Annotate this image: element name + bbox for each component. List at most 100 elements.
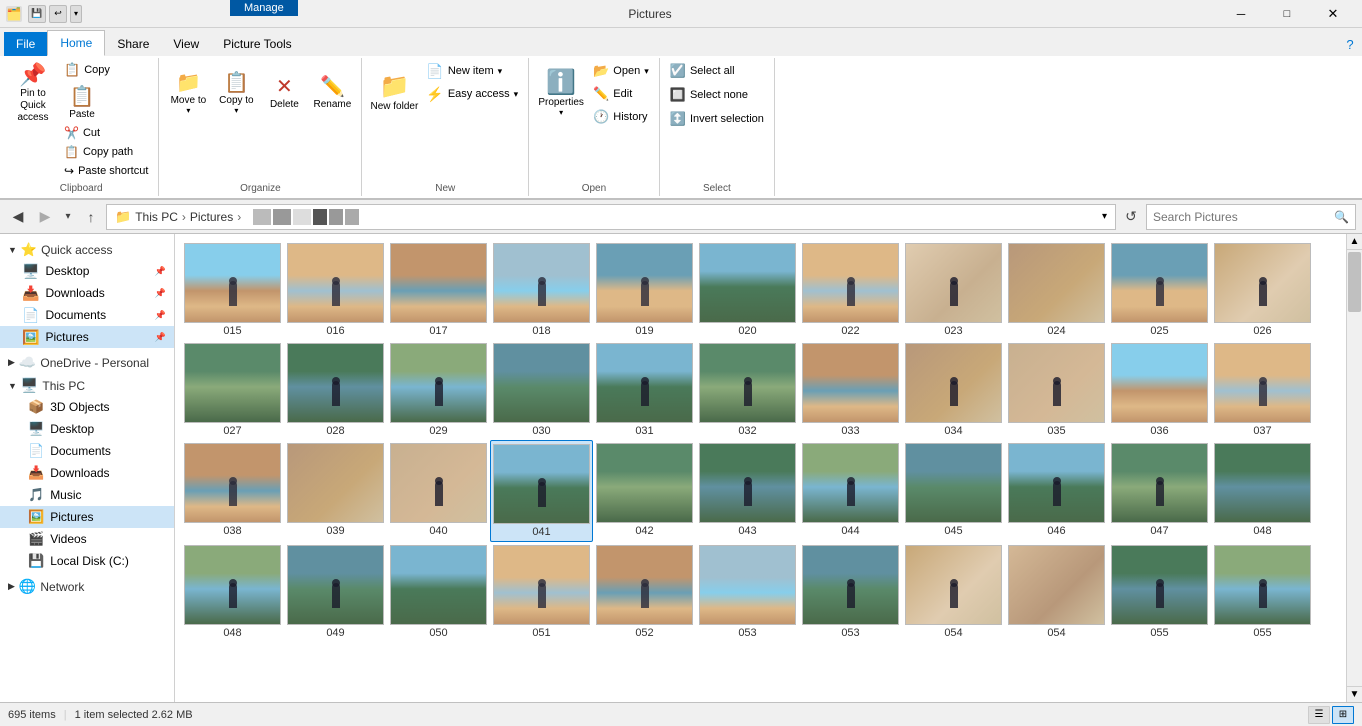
thumbnail-item[interactable]: 044 [799,440,902,542]
sidebar-item-documents-qa[interactable]: 📄 Documents 📌 [0,304,174,326]
thumbnail-item[interactable]: 024 [1005,240,1108,340]
thumbnail-item[interactable]: 039 [284,440,387,542]
thumbnail-item[interactable]: 045 [902,440,1005,542]
paste-button[interactable]: 📋 Paste [60,81,104,123]
thumbnail-item[interactable]: 033 [799,340,902,440]
sidebar-item-desktop-pc[interactable]: 🖥️ Desktop [0,418,174,440]
sidebar-item-3dobjects[interactable]: 📦 3D Objects [0,396,174,418]
copy-path-button[interactable]: 📋 Copy path [60,143,152,161]
edit-button[interactable]: ✏️ Edit [589,83,653,105]
search-input[interactable] [1153,210,1334,224]
paste-shortcut-button[interactable]: ↪ Paste shortcut [60,162,152,180]
invert-selection-button[interactable]: ↕️ Invert selection [666,108,768,130]
rename-button[interactable]: ✏️ Rename [309,60,355,124]
thumbnail-item[interactable]: 034 [902,340,1005,440]
thumbnail-item[interactable]: 046 [1005,440,1108,542]
thumbnail-item[interactable]: 023 [902,240,1005,340]
properties-button[interactable]: ℹ️ Properties ▾ [535,60,587,124]
move-to-button[interactable]: 📁 Move to ▾ [165,60,211,124]
thumbnail-item[interactable]: 019 [593,240,696,340]
sidebar-item-pictures-pc[interactable]: 🖼️ Pictures [0,506,174,528]
sidebar-item-pictures-qa[interactable]: 🖼️ Pictures 📌 [0,326,174,348]
tab-picture-tools[interactable]: Picture Tools [211,32,303,56]
new-item-button[interactable]: 📄 New item ▾ [422,60,522,82]
search-box[interactable]: 🔍 [1146,204,1356,230]
close-button[interactable]: ✕ [1310,0,1356,28]
undo-btn[interactable]: ↩ [49,5,67,23]
sidebar-item-desktop-qa[interactable]: 🖥️ Desktop 📌 [0,260,174,282]
thumbnail-item[interactable]: 040 [387,440,490,542]
thumbnail-item[interactable]: 054 [902,542,1005,642]
thumbnail-item[interactable]: 038 [181,440,284,542]
this-pc-section[interactable]: ▼ 🖥️ This PC [0,373,174,396]
copy-to-button[interactable]: 📋 Copy to ▾ [213,60,259,124]
thumbnail-item[interactable]: 022 [799,240,902,340]
sidebar-item-videos[interactable]: 🎬 Videos [0,528,174,550]
thumbnail-item[interactable]: 015 [181,240,284,340]
back-button[interactable]: ◀ [6,205,30,229]
thumbnail-item[interactable]: 028 [284,340,387,440]
tab-share[interactable]: Share [105,32,161,56]
up-button[interactable]: ↑ [79,205,103,229]
thumbnail-item[interactable]: 035 [1005,340,1108,440]
thumbnail-item[interactable]: 025 [1108,240,1211,340]
sidebar-item-documents-pc[interactable]: 📄 Documents [0,440,174,462]
thumbnail-item[interactable]: 030 [490,340,593,440]
scrollbar[interactable]: ▲ ▼ [1346,234,1362,702]
address-pictures[interactable]: Pictures [190,210,233,224]
thumbnail-item[interactable]: 029 [387,340,490,440]
sidebar-item-music[interactable]: 🎵 Music [0,484,174,506]
thumbnail-item[interactable]: 051 [490,542,593,642]
help-btn[interactable]: ? [1338,32,1362,56]
network-section[interactable]: ▶ 🌐 Network [0,572,174,597]
new-folder-button[interactable]: 📁 New folder [368,60,420,124]
recent-button[interactable]: ▾ [60,205,76,229]
scroll-thumb[interactable] [1348,252,1361,312]
sidebar-item-downloads-pc[interactable]: 📥 Downloads [0,462,174,484]
scroll-up[interactable]: ▲ [1347,234,1362,250]
thumbnail-item[interactable]: 043 [696,440,799,542]
thumbnail-item[interactable]: 055 [1211,542,1314,642]
easy-access-button[interactable]: ⚡ Easy access ▾ [422,83,522,105]
save-btn[interactable]: 💾 [28,5,46,23]
thumbnail-item[interactable]: 031 [593,340,696,440]
sidebar-item-local-disk[interactable]: 💾 Local Disk (C:) [0,550,174,572]
copy-button[interactable]: 📋 Copy [60,60,152,80]
tab-home[interactable]: Home [47,30,105,56]
thumbnail-item[interactable]: 050 [387,542,490,642]
search-icon[interactable]: 🔍 [1334,210,1349,224]
address-this-pc[interactable]: This PC [135,210,178,224]
thumbnail-item[interactable]: 042 [593,440,696,542]
scroll-down[interactable]: ▼ [1347,686,1362,702]
thumbnail-view-button[interactable]: ⊞ [1332,706,1354,724]
tab-view[interactable]: View [161,32,211,56]
sidebar-item-downloads-qa[interactable]: 📥 Downloads 📌 [0,282,174,304]
address-dropdown[interactable]: ▾ [1102,211,1107,222]
thumbnail-item[interactable]: 049 [284,542,387,642]
pin-quick-access-button[interactable]: 📌 Pin to Quick access [8,60,58,126]
thumbnail-item[interactable]: 055 [1108,542,1211,642]
details-view-button[interactable]: ☰ [1308,706,1330,724]
forward-button[interactable]: ▶ [33,205,57,229]
history-button[interactable]: 🕐 History [589,106,653,128]
refresh-button[interactable]: ↺ [1119,205,1143,229]
thumbnail-item[interactable]: 037 [1211,340,1314,440]
thumbnail-item[interactable]: 054 [1005,542,1108,642]
thumbnail-item[interactable]: 041 [490,440,593,542]
thumbnail-item[interactable]: 053 [696,542,799,642]
maximize-button[interactable]: □ [1264,0,1310,28]
qs-dropdown[interactable]: ▾ [70,5,82,23]
thumbnail-item[interactable]: 020 [696,240,799,340]
thumbnail-item[interactable]: 047 [1108,440,1211,542]
thumbnail-item[interactable]: 027 [181,340,284,440]
address-bar[interactable]: 📁 This PC › Pictures › ▾ [106,204,1116,230]
thumbnail-item[interactable]: 018 [490,240,593,340]
quick-access-section[interactable]: ▼ ⭐ Quick access [0,238,174,260]
thumbnail-item[interactable]: 053 [799,542,902,642]
thumbnail-item[interactable]: 032 [696,340,799,440]
minimize-button[interactable]: ─ [1218,0,1264,28]
cut-button[interactable]: ✂️ Cut [60,124,152,142]
select-all-button[interactable]: ☑️ Select all [666,60,768,82]
thumbnail-item[interactable]: 052 [593,542,696,642]
thumbnail-item[interactable]: 026 [1211,240,1314,340]
